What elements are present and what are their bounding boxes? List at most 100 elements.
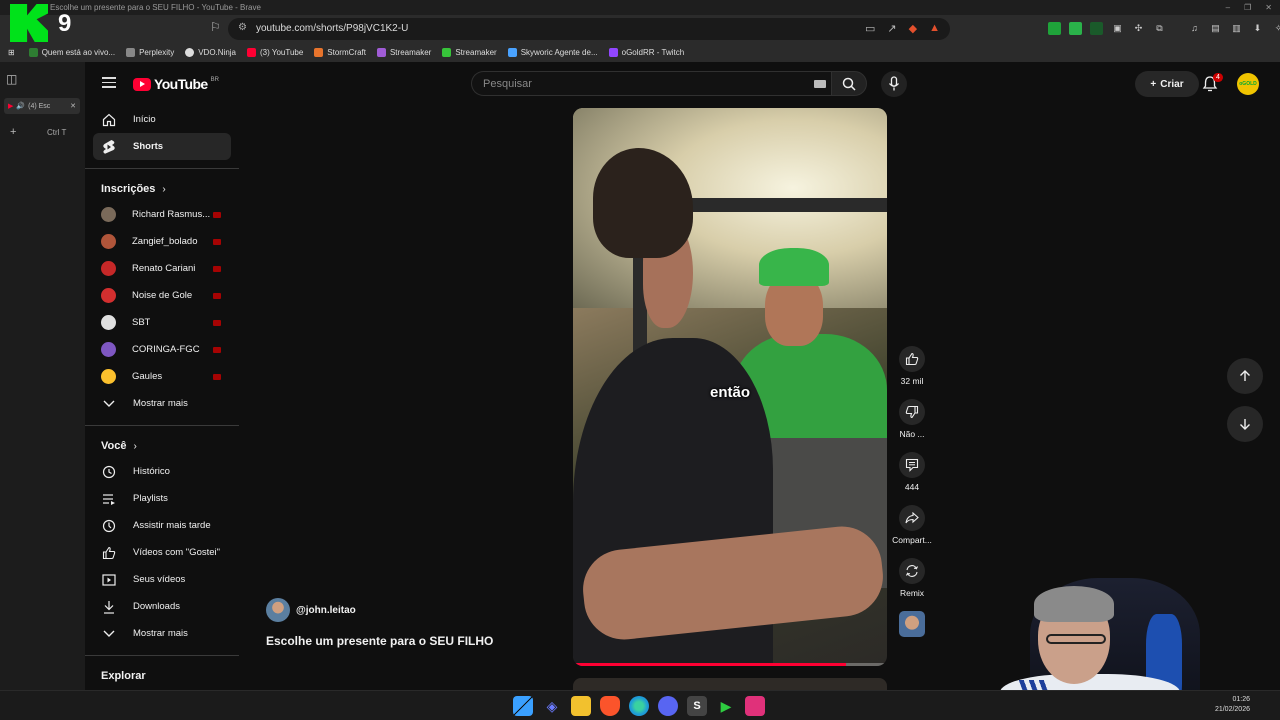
leo-ai-icon[interactable]: ✧ [1272,22,1280,35]
dislike-button[interactable] [899,399,925,425]
menu-icon[interactable] [102,77,116,88]
next-short-button[interactable] [1227,406,1263,442]
sidebar-item-playlists[interactable]: Playlists [85,485,239,512]
channel-avatar[interactable] [266,598,290,622]
extensions-puzzle-icon[interactable]: ✣ [1132,22,1145,35]
minimize-button[interactable]: – [1226,0,1230,15]
dislike-action[interactable]: Não ... [889,399,935,439]
address-bar[interactable]: ⚙ youtube.com/shorts/P98jVC1K2-U ▭ ↗ ◆ ▲ [228,18,950,40]
maximize-button[interactable]: ❐ [1244,0,1251,15]
previous-short-button[interactable] [1227,358,1263,394]
bookmark-item[interactable]: VDO.Ninja [185,48,236,57]
bookmark-item[interactable]: Streamaker [376,48,431,57]
extension-x-icon[interactable] [1090,22,1103,35]
comments-action[interactable]: 444 [889,452,935,492]
you-header[interactable]: Você › [85,434,239,458]
sidebar-item-your-videos[interactable]: Seus vídeos [85,566,239,593]
subscriptions-show-more[interactable]: Mostrar mais [85,390,239,417]
bookmark-label: Skyworic Agente de... [520,48,598,57]
sound-source-thumbnail[interactable] [899,611,925,637]
search-input[interactable]: Pesquisar [471,71,836,96]
cast-icon[interactable]: ▭ [865,22,875,35]
sidebar-item-liked-videos[interactable]: Vídeos com "Gostei" [85,539,239,566]
like-action[interactable]: 32 mil [889,346,935,386]
video-progress-bar[interactable] [573,663,887,666]
brave-icon[interactable] [600,696,620,716]
short-actions: 32 mil Não ... 444 Compart... Remix [889,346,935,637]
you-show-more[interactable]: Mostrar mais [85,620,239,647]
new-tab-icon[interactable]: + [10,126,16,138]
sidebar-item-watch-later[interactable]: Assistir mais tarde [85,512,239,539]
keyboard-icon[interactable] [814,80,826,88]
sidebar-panel-icon[interactable]: ▤ [1209,22,1222,35]
youtube-logo[interactable]: YouTube BR [133,76,219,92]
bookmark-item[interactable]: (3) YouTube [247,48,303,57]
search-button[interactable] [831,71,867,96]
bookmark-icon[interactable]: ⚐ [210,20,221,34]
site-info-icon[interactable]: ⚙ [238,22,247,33]
bookmark-item[interactable]: Quem está ao vivo... [28,48,115,57]
app-s-icon[interactable]: S [687,696,707,716]
file-explorer-icon[interactable] [571,696,591,716]
subscription-item[interactable]: Noise de Gole [85,282,239,309]
subscription-item[interactable]: Gaules [85,363,239,390]
sidebar-item-label: Início [133,114,156,125]
bookmark-item[interactable]: StormCraft [314,48,366,57]
like-button[interactable] [899,346,925,372]
video-title[interactable]: Escolhe um presente para o SEU FILHO [266,634,493,648]
system-clock[interactable]: 01:26 21/02/2026 [1188,695,1250,715]
sidebar-item-home[interactable]: Início [85,106,239,133]
app-green-play-icon[interactable]: ▶ [716,696,736,716]
extension-k-icon[interactable] [1048,22,1061,35]
download-toolbar-icon[interactable]: ⬇ [1251,22,1264,35]
subscription-item[interactable]: Renato Cariani [85,255,239,282]
bookmark-item[interactable]: Skyworic Agente de... [507,48,598,57]
subscription-item[interactable]: Richard Rasmus... [85,201,239,228]
close-window-button[interactable]: ✕ [1265,0,1272,15]
browser-tab-youtube[interactable]: ▶ 🔊 (4) Esc ✕ [4,98,80,114]
extension-green-icon[interactable] [1069,22,1082,35]
share-action[interactable]: Compart... [889,505,935,545]
share-page-icon[interactable]: ↗ [887,22,896,35]
extension-box-icon[interactable]: ▣ [1111,22,1124,35]
short-video-player[interactable]: então [573,108,887,666]
sidebar-item-history[interactable]: Histórico [85,458,239,485]
subscription-item[interactable]: SBT [85,309,239,336]
sidebar-item-shorts[interactable]: Shorts [93,133,231,160]
brave-rewards-icon[interactable]: ▲ [929,22,940,35]
app-diamond-icon[interactable]: ◈ [542,696,562,716]
share-button[interactable] [899,505,925,531]
address-bar-actions: ▭ ↗ ◆ ▲ [865,22,940,35]
subscriptions-header[interactable]: Inscrições › [85,177,239,201]
subscription-item[interactable]: Zangief_bolado [85,228,239,255]
bookmark-item[interactable]: Perplexity [126,48,174,57]
sidebar-item-downloads[interactable]: Downloads [85,593,239,620]
edge-icon[interactable] [629,696,649,716]
create-button[interactable]: + Criar [1135,71,1199,97]
next-short-preview[interactable] [573,678,887,690]
bookmark-favicon [247,48,256,57]
bookmark-item[interactable]: Streamaker [442,48,497,57]
windows-start-icon[interactable] [513,696,533,716]
sidebar-toggle-icon[interactable]: ◫ [6,72,17,86]
media-music-icon[interactable]: ♫ [1188,22,1201,35]
channel-avatar [101,315,116,330]
window-title-bar: (4) Escolhe um presente para o SEU FILHO… [0,0,1280,15]
tab-search-icon[interactable]: ⧉ [1153,22,1166,35]
app-pink-icon[interactable] [745,696,765,716]
url-text[interactable]: youtube.com/shorts/P98jVC1K2-U [256,23,408,34]
subscription-item[interactable]: CORINGA-FGC [85,336,239,363]
comments-button[interactable] [899,452,925,478]
channel-info[interactable]: @john.leitao [266,598,356,622]
account-avatar[interactable]: oGOLD [1237,73,1259,95]
discord-icon[interactable] [658,696,678,716]
channel-name[interactable]: @john.leitao [296,605,356,616]
apps-grid-icon[interactable]: ⊞ [8,48,15,57]
bookmark-item[interactable]: oGoldRR - Twitch [608,48,684,57]
brave-shield-icon[interactable]: ◆ [909,22,917,35]
remix-button[interactable] [899,558,925,584]
close-tab-icon[interactable]: ✕ [70,102,76,110]
wallet-icon[interactable]: ▥ [1230,22,1243,35]
voice-search-button[interactable] [881,71,907,97]
remix-action[interactable]: Remix [889,558,935,598]
